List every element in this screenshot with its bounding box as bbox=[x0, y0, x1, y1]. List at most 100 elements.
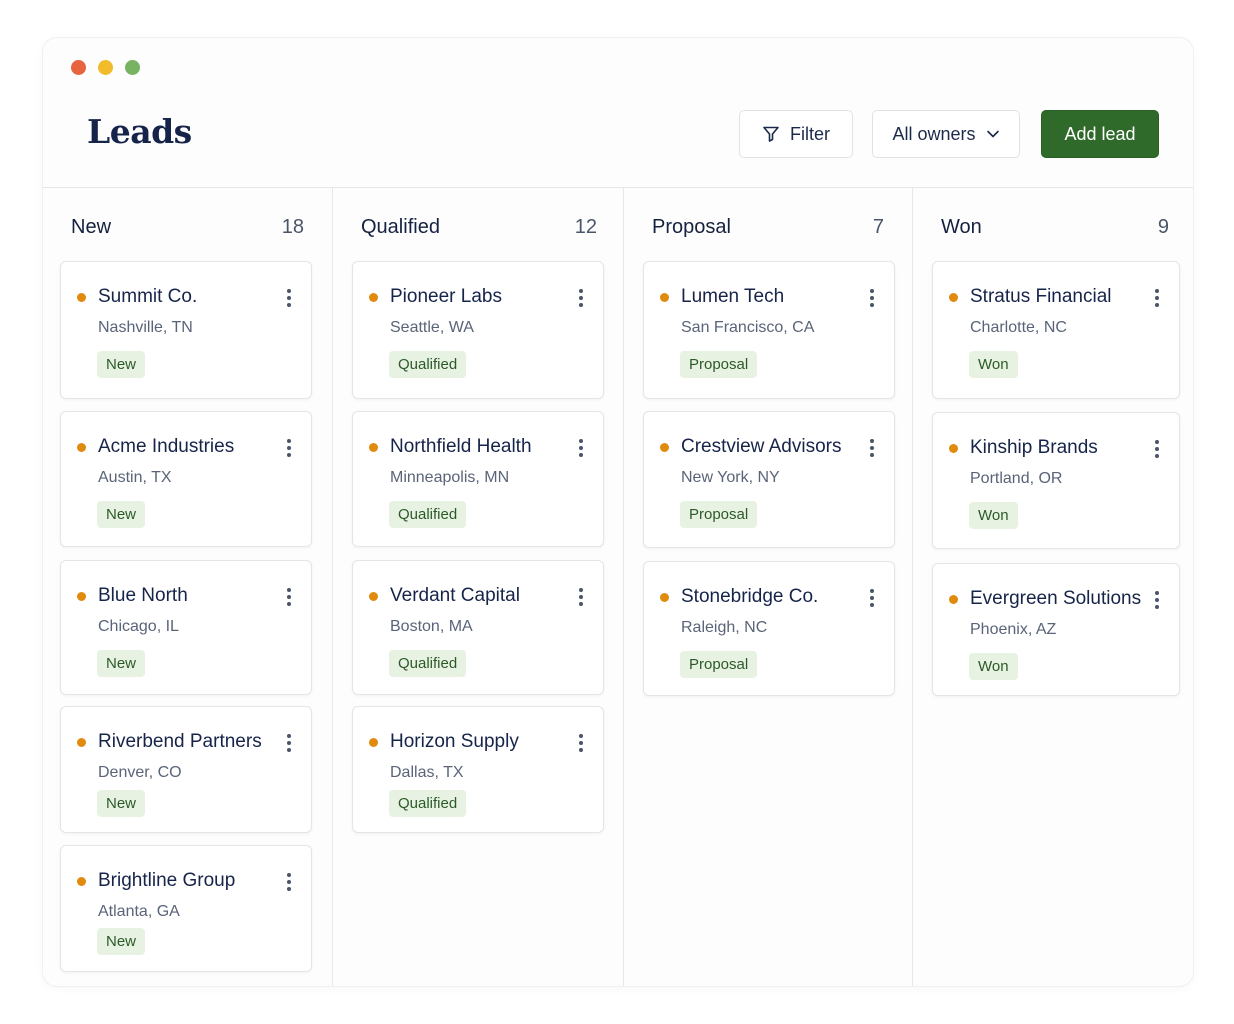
column-title: New bbox=[71, 215, 112, 238]
status-badge: New bbox=[97, 351, 146, 378]
add-lead-button[interactable]: Add lead bbox=[1041, 110, 1159, 158]
lead-card[interactable]: Horizon Supply Dallas, TX Qualified bbox=[352, 706, 604, 833]
status-dot-icon bbox=[369, 293, 378, 302]
lead-card[interactable]: Acme Industries Austin, TX New bbox=[60, 411, 312, 547]
more-vertical-icon[interactable] bbox=[286, 873, 292, 893]
lead-location: Atlanta, GA bbox=[98, 903, 180, 920]
lead-name: Summit Co. bbox=[98, 286, 198, 307]
pipeline-board: New 18 Summit Co. Nashville, TN New Acme… bbox=[43, 188, 1193, 986]
lead-name: Horizon Supply bbox=[390, 731, 519, 752]
more-vertical-icon[interactable] bbox=[578, 439, 584, 459]
lead-card[interactable]: Verdant Capital Boston, MA Qualified bbox=[352, 560, 604, 695]
column-new: New 18 Summit Co. Nashville, TN New Acme… bbox=[43, 188, 332, 986]
app-window: Leads Filter All owners Add lead New 18 … bbox=[43, 38, 1193, 986]
column-won: Won 9 Stratus Financial Charlotte, NC Wo… bbox=[912, 188, 1193, 986]
filter-label: Filter bbox=[790, 123, 830, 144]
lead-name: Riverbend Partners bbox=[98, 731, 262, 752]
column-title: Qualified bbox=[361, 215, 440, 238]
more-vertical-icon[interactable] bbox=[286, 289, 292, 309]
lead-name: Lumen Tech bbox=[681, 286, 785, 307]
lead-location: New York, NY bbox=[681, 469, 780, 486]
lead-name: Verdant Capital bbox=[390, 585, 520, 606]
owners-dropdown-label: All owners bbox=[892, 123, 976, 144]
more-vertical-icon[interactable] bbox=[1154, 289, 1160, 309]
more-vertical-icon[interactable] bbox=[1154, 591, 1160, 611]
lead-location: Chicago, IL bbox=[98, 618, 179, 635]
filter-button[interactable]: Filter bbox=[739, 110, 853, 158]
status-dot-icon bbox=[660, 293, 669, 302]
lead-card[interactable]: Pioneer Labs Seattle, WA Qualified bbox=[352, 261, 604, 399]
lead-name: Stratus Financial bbox=[970, 286, 1112, 307]
lead-name: Blue North bbox=[98, 585, 188, 606]
status-badge: Won bbox=[969, 351, 1018, 378]
lead-name: Stonebridge Co. bbox=[681, 586, 819, 607]
lead-location: Phoenix, AZ bbox=[970, 621, 1057, 638]
more-vertical-icon[interactable] bbox=[1154, 440, 1160, 460]
page-header: Leads Filter All owners Add lead bbox=[43, 38, 1193, 188]
lead-card[interactable]: Stonebridge Co. Raleigh, NC Proposal bbox=[643, 561, 895, 696]
column-title: Proposal bbox=[652, 215, 731, 238]
lead-card[interactable]: Crestview Advisors New York, NY Proposal bbox=[643, 411, 895, 548]
column-qualified: Qualified 12 Pioneer Labs Seattle, WA Qu… bbox=[332, 188, 623, 986]
lead-name: Kinship Brands bbox=[970, 437, 1098, 458]
status-badge: Qualified bbox=[389, 501, 467, 528]
lead-card[interactable]: Brightline Group Atlanta, GA New bbox=[60, 845, 312, 972]
lead-location: Nashville, TN bbox=[98, 319, 193, 336]
column-count: 12 bbox=[574, 215, 597, 238]
lead-location: Austin, TX bbox=[98, 469, 172, 486]
status-badge: Won bbox=[969, 502, 1018, 529]
more-vertical-icon[interactable] bbox=[286, 588, 292, 608]
more-vertical-icon[interactable] bbox=[578, 588, 584, 608]
lead-card[interactable]: Blue North Chicago, IL New bbox=[60, 560, 312, 695]
status-badge: Qualified bbox=[389, 790, 467, 817]
more-vertical-icon[interactable] bbox=[578, 734, 584, 754]
lead-location: San Francisco, CA bbox=[681, 319, 815, 336]
status-dot-icon bbox=[77, 592, 86, 601]
status-dot-icon bbox=[77, 443, 86, 452]
status-dot-icon bbox=[949, 444, 958, 453]
column-count: 9 bbox=[1157, 215, 1169, 238]
status-badge: New bbox=[97, 501, 146, 528]
lead-location: Portland, OR bbox=[970, 470, 1063, 487]
lead-card[interactable]: Lumen Tech San Francisco, CA Proposal bbox=[643, 261, 895, 399]
lead-card[interactable]: Summit Co. Nashville, TN New bbox=[60, 261, 312, 399]
status-dot-icon bbox=[660, 593, 669, 602]
lead-location: Seattle, WA bbox=[390, 319, 474, 336]
more-vertical-icon[interactable] bbox=[869, 439, 875, 459]
lead-location: Raleigh, NC bbox=[681, 619, 768, 636]
status-dot-icon bbox=[660, 443, 669, 452]
lead-card[interactable]: Evergreen Solutions Phoenix, AZ Won bbox=[932, 563, 1180, 696]
lead-location: Dallas, TX bbox=[390, 764, 464, 781]
more-vertical-icon[interactable] bbox=[578, 289, 584, 309]
lead-name: Acme Industries bbox=[98, 436, 235, 457]
lead-name: Northfield Health bbox=[390, 436, 532, 457]
status-badge: New bbox=[97, 790, 146, 817]
status-badge: Qualified bbox=[389, 351, 467, 378]
lead-name: Evergreen Solutions bbox=[970, 588, 1142, 609]
status-dot-icon bbox=[369, 443, 378, 452]
status-dot-icon bbox=[369, 592, 378, 601]
more-vertical-icon[interactable] bbox=[286, 439, 292, 459]
lead-location: Charlotte, NC bbox=[970, 319, 1067, 336]
lead-name: Pioneer Labs bbox=[390, 286, 502, 307]
lead-card[interactable]: Kinship Brands Portland, OR Won bbox=[932, 412, 1180, 549]
column-count: 7 bbox=[872, 215, 884, 238]
column-proposal: Proposal 7 Lumen Tech San Francisco, CA … bbox=[623, 188, 912, 986]
more-vertical-icon[interactable] bbox=[286, 734, 292, 754]
filter-icon bbox=[762, 125, 780, 143]
status-badge: Proposal bbox=[680, 651, 758, 678]
lead-card[interactable]: Northfield Health Minneapolis, MN Qualif… bbox=[352, 411, 604, 547]
lead-card[interactable]: Stratus Financial Charlotte, NC Won bbox=[932, 261, 1180, 399]
status-dot-icon bbox=[77, 293, 86, 302]
status-dot-icon bbox=[369, 738, 378, 747]
status-badge: Proposal bbox=[680, 501, 758, 528]
owners-dropdown[interactable]: All owners bbox=[872, 110, 1020, 158]
more-vertical-icon[interactable] bbox=[869, 589, 875, 609]
status-dot-icon bbox=[77, 877, 86, 886]
status-badge: Proposal bbox=[680, 351, 758, 378]
more-vertical-icon[interactable] bbox=[869, 289, 875, 309]
lead-name: Crestview Advisors bbox=[681, 436, 842, 457]
lead-card[interactable]: Riverbend Partners Denver, CO New bbox=[60, 706, 312, 833]
status-dot-icon bbox=[77, 738, 86, 747]
lead-name: Brightline Group bbox=[98, 870, 236, 891]
